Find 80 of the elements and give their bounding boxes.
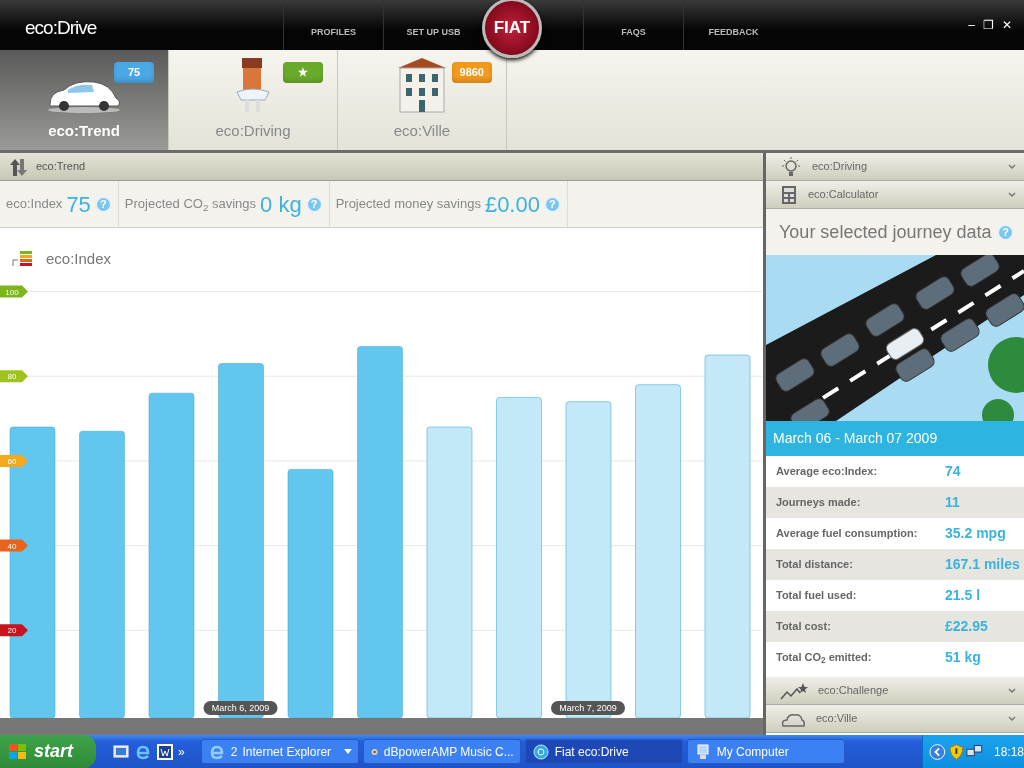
stat-value: £0.00 bbox=[484, 190, 540, 219]
y-axis-tick-label: 100 bbox=[0, 285, 28, 298]
date-range: March 06 - March 07 2009 bbox=[766, 421, 1024, 456]
stat-value: 74 bbox=[945, 462, 961, 481]
stat-value: 51 kg bbox=[945, 648, 981, 667]
chevron-left-icon[interactable] bbox=[929, 742, 946, 761]
chevron-down-icon[interactable] bbox=[1008, 715, 1016, 722]
y-tick-label: 100 bbox=[5, 287, 20, 297]
y-axis-tick-label: 60 bbox=[0, 454, 28, 467]
bulb-icon bbox=[780, 156, 802, 177]
x-tick-label: March 7, 2009 bbox=[559, 703, 617, 713]
swap-arrows-icon bbox=[8, 156, 28, 177]
y-tick-label: 80 bbox=[7, 372, 17, 382]
stat-value: 21.5 l bbox=[945, 586, 981, 605]
more-button[interactable]: » bbox=[178, 742, 185, 761]
y-tick-label: 60 bbox=[7, 456, 17, 466]
section-header[interactable]: eco:Calculator bbox=[766, 181, 1024, 209]
close-button[interactable]: ✕ bbox=[998, 16, 1016, 34]
windows-logo-icon bbox=[8, 742, 28, 761]
document-w-icon[interactable] bbox=[156, 742, 174, 761]
panel-title: eco:Trend bbox=[36, 159, 86, 175]
section-header[interactable]: eco:Driving bbox=[766, 153, 1024, 181]
stat-value: £22.95 bbox=[945, 617, 988, 636]
app-logo: eco:Drive bbox=[24, 16, 98, 40]
stat-value: 75 bbox=[66, 190, 91, 219]
y-axis-tick-label: 80 bbox=[0, 370, 28, 383]
stat-value: 0 kg bbox=[260, 190, 302, 219]
chart-bar[interactable] bbox=[9, 426, 56, 718]
taskbar-button[interactable]: My Computer bbox=[686, 739, 845, 764]
stat-label: eco:Index bbox=[6, 195, 63, 214]
tab[interactable]: eco:Ville 9860 bbox=[338, 50, 507, 150]
y-tick-label: 40 bbox=[7, 541, 17, 551]
y-tick-label: 20 bbox=[7, 626, 17, 636]
x-axis-date-label: March 7, 2009 bbox=[551, 701, 625, 715]
count-badge: 9860 bbox=[451, 62, 492, 83]
restore-button[interactable]: ❐ bbox=[979, 16, 998, 34]
y-axis-tick-label: 40 bbox=[0, 539, 28, 552]
y-axis-tick-label: 20 bbox=[0, 624, 28, 637]
stat-label: Total CO$_{2}$ emitted: bbox=[776, 650, 873, 666]
meter-icon bbox=[12, 250, 34, 266]
stat-label: Average fuel consumption: bbox=[776, 526, 919, 542]
section-header[interactable]: eco:Challenge bbox=[766, 677, 1024, 705]
stat-label: Journeys made: bbox=[776, 495, 862, 511]
chevron-down-icon[interactable] bbox=[1008, 687, 1016, 694]
start-button[interactable]: start bbox=[0, 735, 96, 768]
minimize-button[interactable]: – bbox=[964, 16, 979, 34]
brand-emblem: FIAT bbox=[482, 0, 542, 58]
section-title: eco:Challenge bbox=[818, 683, 889, 699]
tab[interactable]: eco:Trend 75 bbox=[0, 50, 169, 150]
taskbar-button[interactable]: 2 Internet Explorer bbox=[200, 739, 359, 764]
section-title: eco:Ville bbox=[816, 711, 858, 727]
stat-value: 35.2 mpg bbox=[945, 524, 1006, 543]
desktop-icon[interactable] bbox=[112, 742, 130, 761]
x-tick-label: March 6, 2009 bbox=[211, 703, 270, 713]
count-badge: 75 bbox=[114, 62, 154, 83]
swirl-icon bbox=[531, 742, 550, 761]
stat-label: Total fuel used: bbox=[776, 588, 858, 604]
journey-title: Your selected journey data bbox=[779, 220, 992, 244]
taskbar-button[interactable]: dBpowerAMP Music C... bbox=[362, 739, 521, 764]
stat-label: Total cost: bbox=[776, 619, 832, 635]
trend-star-icon bbox=[780, 681, 808, 700]
section-title: eco:Driving bbox=[812, 159, 868, 175]
chart-title: eco:Index bbox=[46, 249, 112, 269]
caret-icon bbox=[343, 749, 352, 754]
calculator-icon bbox=[780, 184, 798, 205]
stat-label: Average eco:Index: bbox=[776, 464, 879, 480]
x-axis-date-label: March 6, 2009 bbox=[203, 701, 278, 715]
section-header[interactable]: eco:Ville bbox=[766, 705, 1024, 733]
section-title: eco:Calculator bbox=[808, 187, 879, 203]
stat-value: 167.1 miles bbox=[945, 555, 1020, 574]
count-badge: ★ bbox=[283, 62, 323, 83]
tab[interactable]: eco:Driving ★ bbox=[169, 50, 338, 150]
stat-label: Projected money savings bbox=[335, 195, 481, 214]
taskbar-button[interactable]: Fiat eco:Drive bbox=[524, 739, 683, 764]
stat-label: Total distance: bbox=[776, 557, 854, 573]
chevron-down-icon[interactable] bbox=[1008, 191, 1016, 198]
clock: 18:18 bbox=[994, 743, 1024, 761]
stat-label: Projected CO$_{2}$ savings bbox=[124, 195, 257, 214]
stat-value: 11 bbox=[945, 493, 960, 512]
chevron-down-icon[interactable] bbox=[1008, 163, 1016, 170]
